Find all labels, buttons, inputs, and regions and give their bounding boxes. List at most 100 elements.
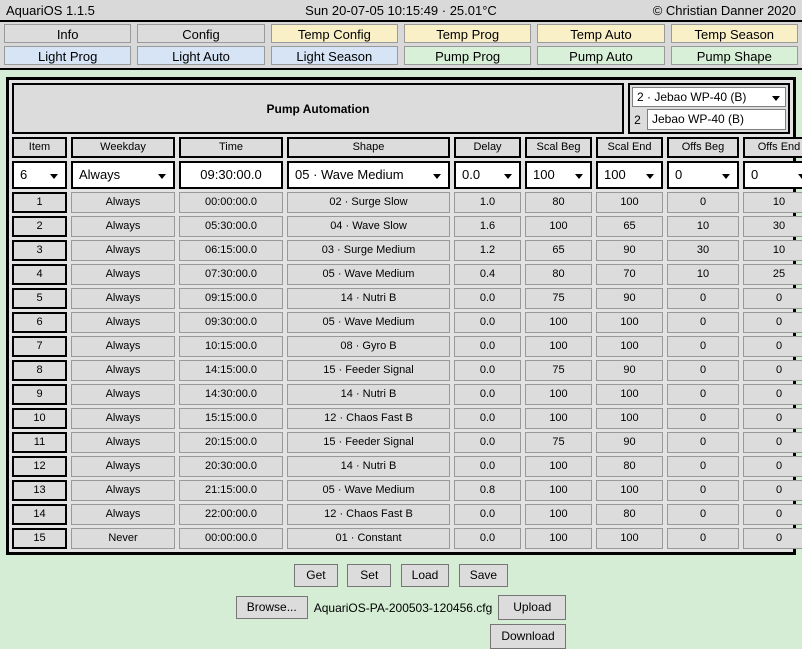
title-bar: AquariOS 1.1.5 Sun 20-07-05 10:15:49 · 2… <box>0 0 802 22</box>
tab-config[interactable]: Config <box>137 24 264 43</box>
cell-weekday: Always <box>71 504 175 525</box>
column-header-offs-beg: Offs Beg <box>667 137 739 158</box>
cell-item[interactable]: 15 <box>12 528 67 549</box>
table-row[interactable]: 5Always09:15:00.014 · Nutri B0.0759000 <box>12 288 790 309</box>
table-row[interactable]: 7Always10:15:00.008 · Gyro B0.010010000 <box>12 336 790 357</box>
tab-info[interactable]: Info <box>4 24 131 43</box>
save-button[interactable]: Save <box>459 564 508 587</box>
cell-item[interactable]: 4 <box>12 264 67 285</box>
table-row[interactable]: 11Always20:15:00.015 · Feeder Signal0.07… <box>12 432 790 453</box>
cell-item[interactable]: 1 <box>12 192 67 213</box>
download-button[interactable]: Download <box>490 624 565 649</box>
cell-weekday: Always <box>71 384 175 405</box>
edit-select-scal-beg[interactable]: 100 <box>525 161 592 189</box>
cell-item[interactable]: 6 <box>12 312 67 333</box>
table-row[interactable]: 9Always14:30:00.014 · Nutri B0.010010000 <box>12 384 790 405</box>
set-button[interactable]: Set <box>347 564 391 587</box>
action-button-row: Get Set Load Save <box>0 564 802 587</box>
cell-weekday: Always <box>71 216 175 237</box>
cell-shape: 14 · Nutri B <box>287 456 450 477</box>
column-header-weekday: Weekday <box>71 137 175 158</box>
table-row[interactable]: 2Always05:30:00.004 · Wave Slow1.6100651… <box>12 216 790 237</box>
cell-scal-beg: 75 <box>525 360 592 381</box>
cell-delay: 0.0 <box>454 456 521 477</box>
cell-item[interactable]: 10 <box>12 408 67 429</box>
cell-offs-end: 0 <box>743 408 802 429</box>
tab-pump-prog[interactable]: Pump Prog <box>404 46 531 65</box>
table-row[interactable]: 4Always07:30:00.005 · Wave Medium0.48070… <box>12 264 790 285</box>
cell-scal-end: 70 <box>596 264 663 285</box>
table-row[interactable]: 10Always15:15:00.012 · Chaos Fast B0.010… <box>12 408 790 429</box>
pump-select-dropdown[interactable]: 2 · Jebao WP-40 (B) <box>632 87 786 107</box>
cell-item[interactable]: 14 <box>12 504 67 525</box>
pump-selector-group: 2 · Jebao WP-40 (B) 2 Jebao WP-40 (B) <box>628 83 790 134</box>
table-row[interactable]: 3Always06:15:00.003 · Surge Medium1.2659… <box>12 240 790 261</box>
cell-scal-beg: 75 <box>525 432 592 453</box>
cell-scal-beg: 100 <box>525 216 592 237</box>
tab-temp-prog[interactable]: Temp Prog <box>404 24 531 43</box>
chevron-down-icon <box>50 174 58 179</box>
cell-offs-beg: 0 <box>667 504 739 525</box>
table-row[interactable]: 8Always14:15:00.015 · Feeder Signal0.075… <box>12 360 790 381</box>
cell-item[interactable]: 12 <box>12 456 67 477</box>
edit-value-offs-beg: 0 <box>675 167 682 182</box>
chevron-down-icon <box>722 174 730 179</box>
table-row[interactable]: 1Always00:00:00.002 · Surge Slow1.080100… <box>12 192 790 213</box>
load-button[interactable]: Load <box>401 564 450 587</box>
edit-select-scal-end[interactable]: 100 <box>596 161 663 189</box>
cell-offs-beg: 0 <box>667 408 739 429</box>
edit-select-delay[interactable]: 0.0 <box>454 161 521 189</box>
cell-item[interactable]: 2 <box>12 216 67 237</box>
cell-item[interactable]: 3 <box>12 240 67 261</box>
table-row[interactable]: 6Always09:30:00.005 · Wave Medium0.01001… <box>12 312 790 333</box>
edit-value-item: 6 <box>20 167 27 182</box>
cell-time: 07:30:00.0 <box>179 264 283 285</box>
cell-scal-beg: 80 <box>525 192 592 213</box>
edit-select-offs-beg[interactable]: 0 <box>667 161 739 189</box>
cell-offs-end: 0 <box>743 336 802 357</box>
table-row[interactable]: 15Never00:00:00.001 · Constant0.01001000… <box>12 528 790 549</box>
cell-scal-beg: 100 <box>525 528 592 549</box>
cell-shape: 12 · Chaos Fast B <box>287 408 450 429</box>
table-row[interactable]: 13Always21:15:00.005 · Wave Medium0.8100… <box>12 480 790 501</box>
cell-item[interactable]: 5 <box>12 288 67 309</box>
tab-light-prog[interactable]: Light Prog <box>4 46 131 65</box>
tab-temp-auto[interactable]: Temp Auto <box>537 24 664 43</box>
edit-select-weekday[interactable]: Always <box>71 161 175 189</box>
cell-weekday: Always <box>71 336 175 357</box>
cell-item[interactable]: 13 <box>12 480 67 501</box>
get-button[interactable]: Get <box>294 564 338 587</box>
cell-weekday: Always <box>71 240 175 261</box>
cell-offs-end: 25 <box>743 264 802 285</box>
tab-light-auto[interactable]: Light Auto <box>137 46 264 65</box>
table-row[interactable]: 14Always22:00:00.012 · Chaos Fast B0.010… <box>12 504 790 525</box>
cell-shape: 04 · Wave Slow <box>287 216 450 237</box>
edit-select-item[interactable]: 6 <box>12 161 67 189</box>
tab-pump-shape[interactable]: Pump Shape <box>671 46 798 65</box>
cell-shape: 08 · Gyro B <box>287 336 450 357</box>
cell-item[interactable]: 9 <box>12 384 67 405</box>
cell-weekday: Always <box>71 360 175 381</box>
cell-offs-beg: 0 <box>667 432 739 453</box>
tab-temp-season[interactable]: Temp Season <box>671 24 798 43</box>
cell-weekday: Always <box>71 264 175 285</box>
edit-select-offs-end[interactable]: 0 <box>743 161 802 189</box>
cell-shape: 12 · Chaos Fast B <box>287 504 450 525</box>
edit-select-shape[interactable]: 05 · Wave Medium <box>287 161 450 189</box>
cell-item[interactable]: 8 <box>12 360 67 381</box>
cell-time: 15:15:00.0 <box>179 408 283 429</box>
cell-weekday: Never <box>71 528 175 549</box>
cell-item[interactable]: 11 <box>12 432 67 453</box>
tab-light-season[interactable]: Light Season <box>271 46 398 65</box>
cell-item[interactable]: 7 <box>12 336 67 357</box>
cell-offs-beg: 0 <box>667 528 739 549</box>
cell-time: 09:30:00.0 <box>179 312 283 333</box>
cell-delay: 0.0 <box>454 312 521 333</box>
cell-shape: 15 · Feeder Signal <box>287 360 450 381</box>
table-row[interactable]: 12Always20:30:00.014 · Nutri B0.01008000 <box>12 456 790 477</box>
edit-input-time[interactable]: 09:30:00.0 <box>179 161 283 189</box>
pump-name-input[interactable]: Jebao WP-40 (B) <box>647 109 786 130</box>
tab-pump-auto[interactable]: Pump Auto <box>537 46 664 65</box>
cell-offs-end: 0 <box>743 456 802 477</box>
tab-temp-config[interactable]: Temp Config <box>271 24 398 43</box>
